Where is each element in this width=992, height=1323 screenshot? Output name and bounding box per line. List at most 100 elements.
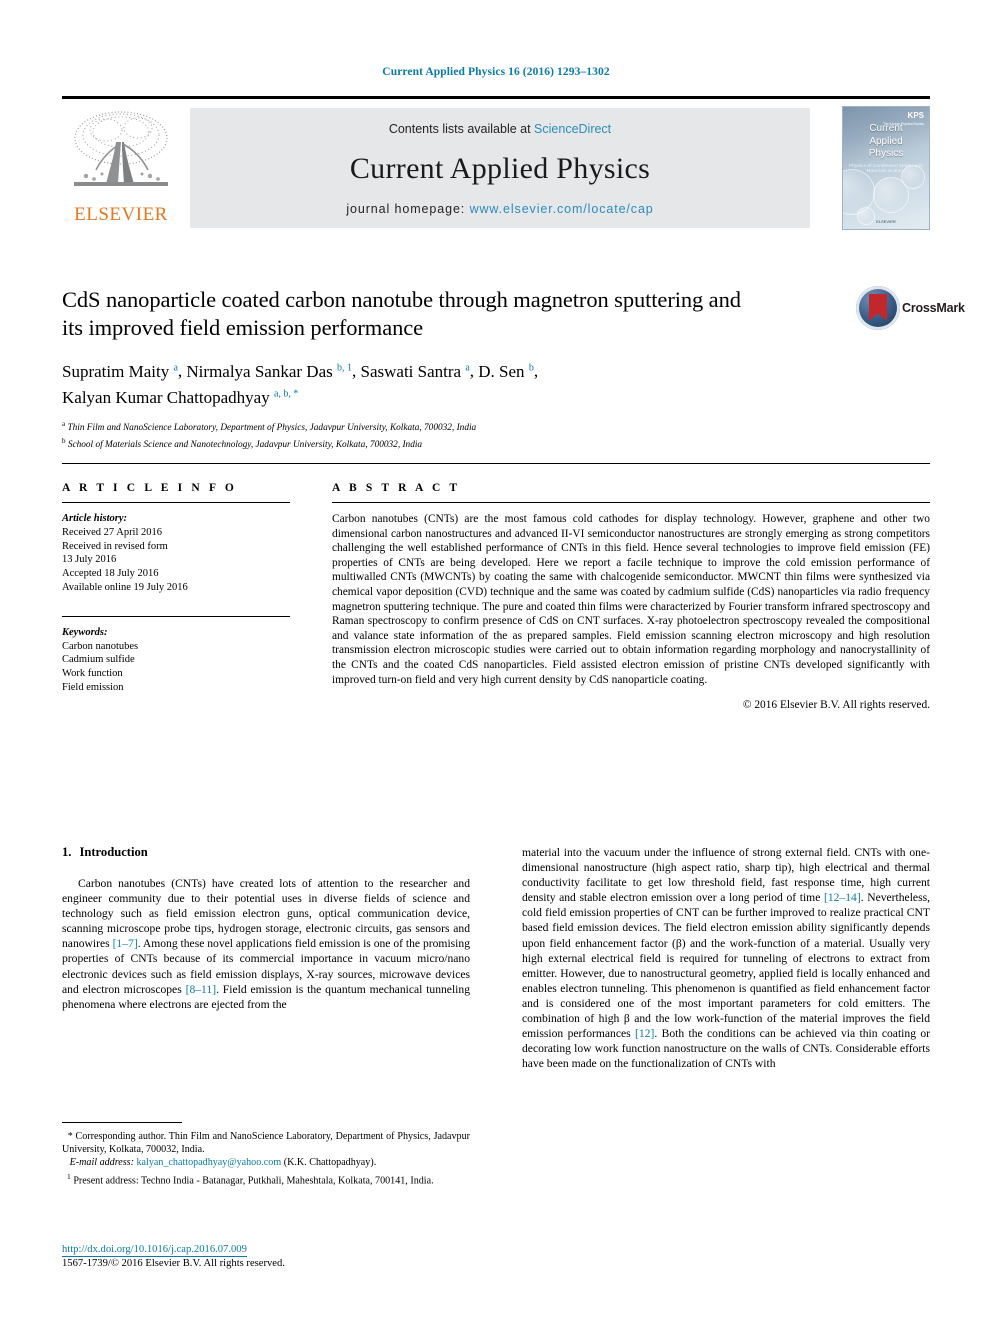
- footnote-block: * Corresponding author. Thin Film and Na…: [62, 1122, 470, 1187]
- cover-title-line1: Current: [869, 123, 903, 134]
- article-info-rule: [62, 502, 290, 503]
- author-entry[interactable]: Supratim Maity a: [62, 362, 178, 381]
- paper-title-line1: CdS nanoparticle coated carbon nanotube …: [62, 287, 609, 312]
- section-title-text: Introduction: [79, 845, 148, 859]
- affiliation-text: School of Materials Science and Nanotech…: [67, 440, 423, 450]
- email-owner: (K.K. Chattopadhyay).: [283, 1157, 377, 1169]
- article-history-item: Accepted 18 July 2016: [62, 568, 159, 580]
- intro-right-text-part-2: . Nevertheless, cold field emission prop…: [522, 891, 930, 1041]
- email-link[interactable]: kalyan_chattopadhyay@yahoo.com: [137, 1157, 282, 1168]
- cover-title-line2: Applied: [869, 135, 903, 147]
- affiliation-mark: b: [62, 436, 66, 445]
- affiliation-item: b School of Materials Science and Nanote…: [62, 435, 762, 452]
- affiliation-list: a Thin Film and NanoScience Laboratory, …: [62, 418, 762, 451]
- citation-ref-1-7[interactable]: [1–7]: [113, 937, 138, 950]
- title-block: CdS nanoparticle coated carbon nanotube …: [62, 286, 762, 452]
- keywords-rule: [62, 615, 290, 617]
- article-history-block: Article history: Received 27 April 2016 …: [62, 512, 290, 595]
- author-affiliation-mark: a, b, *: [273, 388, 299, 400]
- abstract-rule: [332, 502, 930, 503]
- cover-footer-logo: ELSEVIER: [876, 219, 896, 224]
- author-separator: ,: [352, 361, 361, 381]
- doi-link[interactable]: http://dx.doi.org/10.1016/j.cap.2016.07.…: [62, 1244, 247, 1257]
- keyword-item: Cadmium sulfide: [62, 654, 135, 666]
- running-head: Current Applied Physics 16 (2016) 1293–1…: [382, 66, 610, 78]
- author-entry[interactable]: D. Sen b: [478, 362, 534, 381]
- author-name: Saswati Santra: [360, 361, 462, 381]
- keyword-item: Work function: [62, 668, 123, 680]
- article-footer: http://dx.doi.org/10.1016/j.cap.2016.07.…: [62, 1243, 470, 1271]
- cover-title: Current Applied Physics: [843, 123, 929, 161]
- issn-copyright-line: 1567-1739/© 2016 Elsevier B.V. All right…: [62, 1258, 285, 1269]
- footnote-email: E-mail address: kalyan_chattopadhyay@yah…: [62, 1156, 470, 1169]
- journal-article-page: Current Applied Physics 16 (2016) 1293–1…: [0, 0, 992, 1323]
- keyword-item: Carbon nanotubes: [62, 640, 139, 652]
- article-history-item: Received in revised form: [62, 540, 168, 552]
- author-separator: ,: [533, 361, 539, 381]
- affiliation-item: a Thin Film and NanoScience Laboratory, …: [62, 418, 762, 435]
- article-history-item: 13 July 2016: [62, 554, 117, 566]
- keyword-item: Field emission: [62, 681, 124, 693]
- keywords-block: Keywords: Carbon nanotubes Cadmium sulfi…: [62, 626, 290, 695]
- intro-paragraph-right: material into the vacuum under the influ…: [522, 845, 930, 1071]
- abstract-column: A B S T R A C T Carbon nanotubes (CNTs) …: [332, 482, 930, 711]
- crossmark-label: CrossMark: [902, 301, 965, 315]
- elsevier-tree-icon: [66, 108, 176, 200]
- author-entry[interactable]: Saswati Santra a: [361, 362, 470, 381]
- abstract-heading: A B S T R A C T: [332, 482, 461, 494]
- journal-title: Current Applied Physics: [349, 152, 651, 185]
- footnote-corresponding-author: * Corresponding author. Thin Film and Na…: [62, 1130, 470, 1156]
- contents-available-line: Contents lists available at ScienceDirec…: [190, 122, 810, 136]
- sciencedirect-link[interactable]: ScienceDirect: [534, 122, 611, 136]
- citation-ref-12[interactable]: [12]: [635, 1027, 654, 1040]
- article-history-item: Received 27 April 2016: [62, 526, 163, 538]
- homepage-prefix: journal homepage:: [346, 202, 470, 216]
- author-name: Nirmalya Sankar Das: [186, 361, 333, 381]
- page-title: CdS nanoparticle coated carbon nanotube …: [62, 286, 762, 342]
- masthead-top-rule: [62, 96, 930, 99]
- author-name: D. Sen: [478, 361, 525, 381]
- cover-society-name: KPS: [907, 111, 924, 120]
- keywords-label: Keywords:: [62, 626, 108, 638]
- corresponding-author-text: Corresponding author. Thin Film and Nano…: [62, 1131, 471, 1156]
- article-history-item: Available online 19 July 2016: [62, 581, 188, 593]
- author-separator: ,: [469, 361, 479, 381]
- journal-masthead: ELSEVIER Contents lists available at Sci…: [62, 96, 930, 230]
- abstract-copyright: © 2016 Elsevier B.V. All rights reserved…: [742, 699, 930, 712]
- masthead-center-panel: Contents lists available at ScienceDirec…: [190, 108, 810, 228]
- author-list: Supratim Maity a, Nirmalya Sankar Das b,…: [62, 356, 762, 409]
- journal-homepage-link[interactable]: www.elsevier.com/locate/cap: [470, 202, 654, 216]
- journal-homepage-line: journal homepage: www.elsevier.com/locat…: [190, 202, 810, 216]
- section-number: 1.: [62, 845, 72, 859]
- contents-prefix: Contents lists available at: [388, 122, 535, 136]
- present-address-text: Present address: Techno India - Batanaga…: [70, 1174, 434, 1186]
- cover-title-line3: Physics: [868, 148, 904, 159]
- elsevier-logo: ELSEVIER: [62, 108, 180, 228]
- footnote-rule: [62, 1122, 182, 1123]
- citation-ref-12-14[interactable]: [12–14]: [824, 891, 861, 904]
- journal-cover-thumbnail: KPS The Korean Physical Society Current …: [842, 106, 930, 230]
- affiliation-text: Thin Film and NanoScience Laboratory, De…: [67, 423, 477, 434]
- info-abstract-divider: [62, 463, 930, 464]
- affiliation-mark: a: [62, 420, 66, 429]
- author-entry[interactable]: Kalyan Kumar Chattopadhyay a, b, *: [62, 388, 298, 407]
- body-column-right: material into the vacuum under the influ…: [522, 845, 930, 1071]
- article-info-column: A R T I C L E I N F O Article history: R…: [62, 482, 290, 695]
- author-entry[interactable]: Nirmalya Sankar Das b, 1: [186, 362, 352, 381]
- author-affiliation-mark: b, 1: [337, 362, 352, 373]
- email-label: E-mail address:: [69, 1157, 134, 1169]
- intro-paragraph-left: Carbon nanotubes (CNTs) have created lot…: [62, 876, 470, 1012]
- elsevier-wordmark: ELSEVIER: [74, 204, 168, 225]
- author-name: Kalyan Kumar Chattopadhyay: [62, 388, 270, 408]
- body-column-left: 1. Introduction Carbon nanotubes (CNTs) h…: [62, 845, 470, 1012]
- footnote-present-address: 1 Present address: Techno India - Batana…: [62, 1170, 470, 1188]
- cover-subtitle: Physics of Condensed Matter and Material…: [849, 163, 923, 173]
- abstract-text: Carbon nanotubes (CNTs) are the most fam…: [332, 513, 930, 686]
- section-heading-introduction: 1. Introduction: [62, 845, 470, 860]
- citation-ref-8-11[interactable]: [8–11]: [186, 983, 216, 996]
- author-name: Supratim Maity: [62, 361, 170, 381]
- crossmark-widget[interactable]: CrossMark: [856, 282, 965, 342]
- article-info-heading: A R T I C L E I N F O: [62, 482, 237, 494]
- crossmark-badge-icon: [856, 286, 900, 330]
